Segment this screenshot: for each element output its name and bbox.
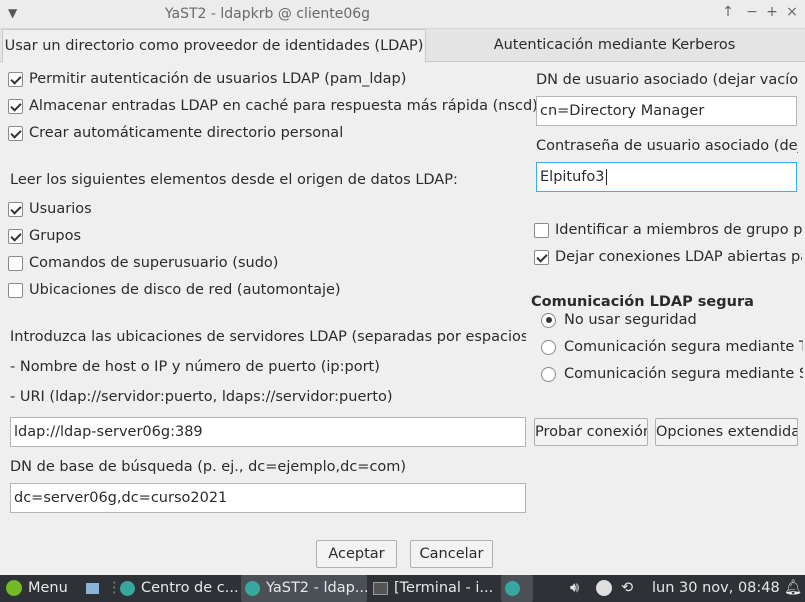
option-pam-ldap[interactable]: Permitir autenticación de usuarios LDAP …	[8, 68, 406, 90]
task-terminal[interactable]: [Terminal - i...	[369, 575, 497, 602]
checkbox[interactable]	[8, 201, 23, 217]
source-label: Ubicaciones de disco de red (automontaje…	[29, 282, 341, 298]
update-icon[interactable]: ⟲	[621, 575, 633, 602]
minimize-icon[interactable]: −	[743, 4, 761, 20]
source-label: Usuarios	[29, 201, 92, 217]
option-nscd-cache[interactable]: Almacenar entradas LDAP en caché para re…	[8, 95, 538, 117]
tab-ldap[interactable]: Usar un directorio como proveedor de ide…	[2, 29, 426, 63]
security-tls[interactable]: Comunicación segura mediante TL	[541, 336, 803, 358]
bind-password-value: Elpitufo3	[540, 169, 605, 185]
option-keep-open[interactable]: Dejar conexiones LDAP abiertas pa	[534, 246, 802, 268]
checkbox[interactable]	[8, 71, 23, 87]
cancel-button[interactable]: Cancelar	[410, 540, 493, 568]
maximize-icon[interactable]: +	[763, 4, 781, 20]
test-connection-button[interactable]: Probar conexión	[534, 418, 648, 446]
clock[interactable]: lun 30 nov, 08:48	[652, 575, 780, 602]
terminal-icon	[373, 581, 388, 595]
opensuse-logo-icon	[6, 580, 22, 596]
option-label: Identificar a miembros de grupo po	[555, 222, 802, 238]
yast-icon	[505, 580, 520, 596]
task-yast-small[interactable]	[501, 575, 533, 602]
task-label: [Terminal - i...	[394, 580, 494, 596]
menu-label: Menu	[28, 580, 68, 596]
security-starttls[interactable]: Comunicación segura mediante St	[541, 363, 803, 385]
close-icon[interactable]: ×	[783, 4, 801, 20]
task-label: Centro de c...	[141, 580, 238, 596]
radio[interactable]	[541, 366, 556, 382]
task-control-center[interactable]: Centro de c...	[116, 575, 238, 602]
option-create-home[interactable]: Crear automáticamente directorio persona…	[8, 122, 343, 144]
read-sources-heading: Leer los siguientes elementos desde el o…	[10, 172, 458, 188]
task-label: YaST2 - ldap...	[266, 580, 367, 596]
option-label: Permitir autenticación de usuarios LDAP …	[29, 71, 407, 87]
secure-comm-heading: Comunicación LDAP segura	[531, 294, 754, 310]
source-label: Comandos de superusuario (sudo)	[29, 255, 279, 271]
source-automount[interactable]: Ubicaciones de disco de red (automontaje…	[8, 279, 341, 301]
notifications-bell-icon[interactable]: 🔔︎	[784, 575, 802, 602]
hint-host-text: - Nombre de host o IP y número de puerto…	[10, 359, 380, 375]
extended-options-button[interactable]: Opciones extendidas	[655, 418, 798, 446]
checkbox[interactable]	[8, 125, 23, 141]
ldap-server-input[interactable]: ldap://ldap-server06g:389	[10, 417, 526, 447]
checkbox[interactable]	[534, 222, 549, 238]
bind-password-label: Contraseña de usuario asociado (deja	[536, 138, 798, 154]
radio-label: Comunicación segura mediante St	[564, 366, 803, 382]
checkbox[interactable]	[8, 282, 23, 298]
option-label: Crear automáticamente directorio persona…	[29, 125, 344, 141]
task-yast-ldap[interactable]: YaST2 - ldap...	[241, 575, 367, 602]
radio[interactable]	[541, 339, 556, 355]
option-label: Dejar conexiones LDAP abiertas pa	[555, 249, 802, 265]
source-users[interactable]: Usuarios	[8, 198, 92, 220]
volume-icon[interactable]: 🔊︎	[570, 575, 579, 602]
start-menu-button[interactable]: Menu	[6, 575, 68, 602]
yast-icon	[120, 580, 135, 596]
option-group-members[interactable]: Identificar a miembros de grupo po	[534, 219, 802, 241]
base-dn-label: DN de base de búsqueda (p. ej., dc=ejemp…	[10, 459, 407, 475]
window-title: YaST2 - ldapkrb @ cliente06g	[164, 6, 371, 22]
taskbar: Menu ⋮ Centro de c... YaST2 - ldap... [T…	[0, 575, 805, 602]
tab-kerberos[interactable]: Autenticación mediante Kerberos	[426, 29, 803, 62]
radio-label: No usar seguridad	[564, 312, 697, 328]
checkbox[interactable]	[8, 228, 23, 244]
source-label: Grupos	[29, 228, 82, 244]
base-dn-input[interactable]: dc=server06g,dc=curso2021	[10, 483, 526, 513]
bind-dn-input[interactable]: cn=Directory Manager	[536, 96, 797, 126]
window-titlebar: ▼ YaST2 - ldapkrb @ cliente06g ↑ − + ×	[0, 0, 805, 29]
radio[interactable]	[541, 312, 556, 328]
source-sudo[interactable]: Comandos de superusuario (sudo)	[8, 252, 278, 274]
source-groups[interactable]: Grupos	[8, 225, 81, 247]
accept-button[interactable]: Aceptar	[316, 540, 397, 568]
bind-password-input[interactable]: Elpitufo3	[536, 162, 797, 192]
show-desktop-icon[interactable]	[86, 575, 99, 602]
yast-icon	[245, 580, 260, 596]
servers-intro-text: Introduzca las ubicaciones de servidores…	[10, 329, 526, 345]
hint-uri-text: - URI (ldap://servidor:puerto, ldaps://s…	[10, 389, 393, 405]
tab-bar: Usar un directorio como proveedor de ide…	[0, 29, 805, 63]
checkbox[interactable]	[534, 249, 549, 265]
bind-dn-label: DN de usuario asociado (dejar vacío p	[536, 72, 798, 88]
power-icon[interactable]	[596, 575, 612, 602]
checkbox[interactable]	[8, 255, 23, 271]
security-none[interactable]: No usar seguridad	[541, 309, 803, 331]
keep-above-icon[interactable]: ↑	[719, 4, 737, 20]
radio-label: Comunicación segura mediante TL	[564, 339, 803, 355]
option-label: Almacenar entradas LDAP en caché para re…	[29, 98, 538, 114]
checkbox[interactable]	[8, 98, 23, 114]
text-caret	[605, 169, 607, 185]
